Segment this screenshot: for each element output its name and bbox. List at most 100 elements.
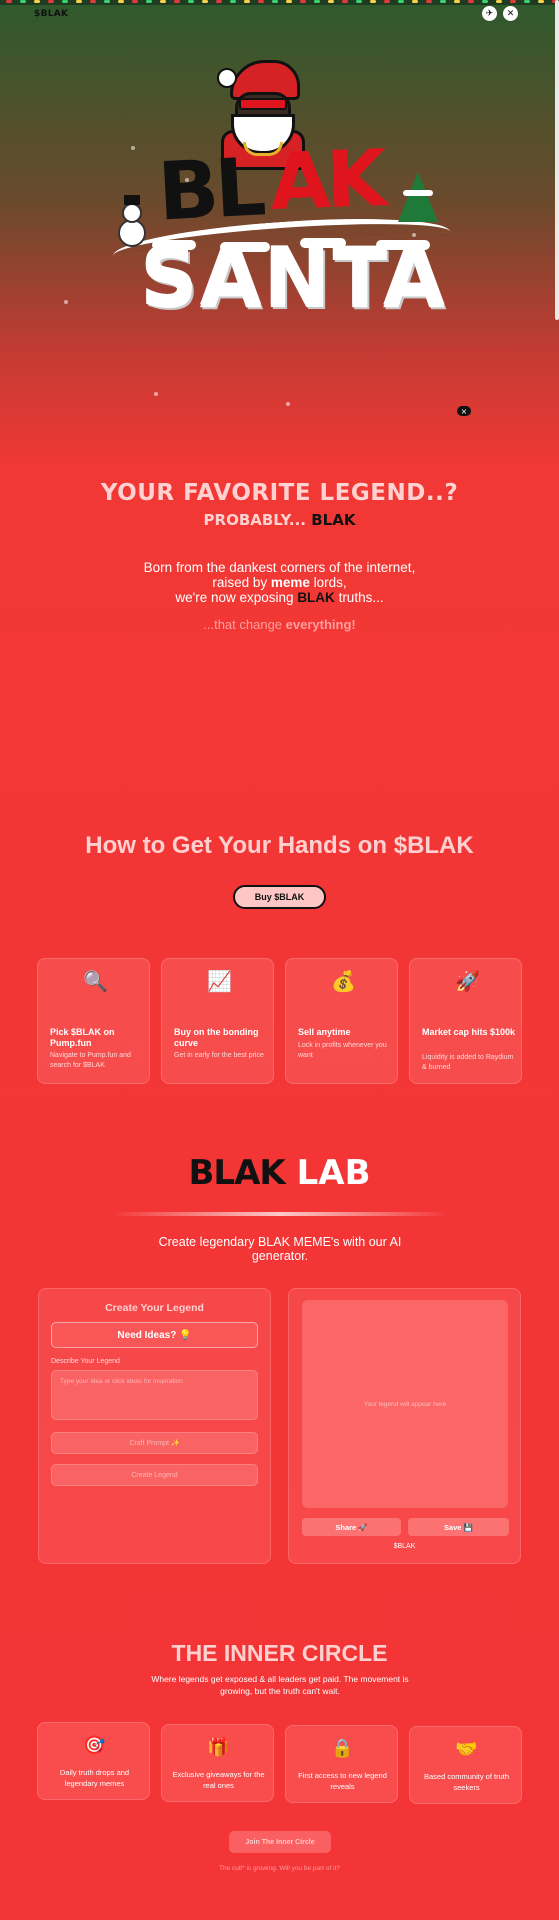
step-title: Market cap hits $100k xyxy=(422,1027,516,1037)
rocket-icon: 🚀 xyxy=(455,969,480,993)
money-bag-icon: 💰 xyxy=(331,969,356,993)
light-bulb xyxy=(314,0,320,3)
x-glyph: ✕ xyxy=(506,8,515,19)
light-bulb xyxy=(468,0,474,3)
light-bulb xyxy=(104,0,110,3)
step-card: 🔍 Pick $BLAK on Pump.fun Navigate to Pum… xyxy=(37,958,150,1084)
save-button[interactable]: Save 💾 xyxy=(408,1518,509,1536)
light-bulb xyxy=(538,0,544,3)
light-bulb xyxy=(6,0,12,3)
intro-tail-span: ...that change xyxy=(203,617,286,632)
light-bulb xyxy=(496,0,502,3)
snowflake xyxy=(131,146,135,150)
x-logo-icon[interactable]: ✕ xyxy=(503,6,518,21)
logo-bl-text: BL xyxy=(155,140,265,239)
tagline-title: YOUR FAVORITE LEGEND..? xyxy=(100,480,459,506)
tagline-subtitle: PROBABLY... BLAK xyxy=(0,511,559,529)
divider xyxy=(110,1212,450,1216)
intro-tail: ...that change everything! xyxy=(0,617,559,632)
intro-span: raised by xyxy=(212,575,271,590)
light-bulb xyxy=(440,0,446,3)
need-ideas-button[interactable]: Need Ideas? 💡 xyxy=(51,1322,258,1348)
perk-card: 🤝 Based community of truth seekers xyxy=(409,1726,522,1804)
step-desc: Liquidity is added to Raydium & burned xyxy=(422,1054,514,1071)
share-button[interactable]: Share 🚀 xyxy=(302,1518,401,1536)
light-bulb xyxy=(328,0,334,3)
light-bulb xyxy=(216,0,222,3)
create-legend-button[interactable]: Create Legend xyxy=(51,1464,258,1486)
gift-icon: 🎁 xyxy=(207,1737,230,1758)
step-desc: Navigate to Pump.fun and search for $BLA… xyxy=(50,1052,131,1069)
inner-circle-description: Where legends get exposed & all leaders … xyxy=(151,1674,409,1696)
light-bulb xyxy=(524,0,530,3)
christmas-lights-strip xyxy=(0,0,559,5)
chart-icon: 📈 xyxy=(207,969,232,993)
intro-line: Born from the dankest corners of the int… xyxy=(143,560,416,575)
light-bulb xyxy=(132,0,138,3)
lab-title-lab: LAB xyxy=(284,1153,371,1193)
light-bulb xyxy=(118,0,124,3)
brand-logo[interactable]: $BLAK xyxy=(34,9,68,19)
light-bulb xyxy=(356,0,362,3)
intro-span: truths... xyxy=(334,590,384,605)
target-icon: 🎯 xyxy=(83,1735,106,1756)
perk-text: Daily truth drops and legendary memes xyxy=(59,1768,130,1788)
preview-watermark: $BLAK xyxy=(393,1543,416,1550)
tagline-blak: BLAK xyxy=(311,511,356,529)
lab-title-blak: BLAK xyxy=(188,1153,286,1193)
snow-cap xyxy=(152,240,196,250)
snowflake xyxy=(185,178,189,182)
light-bulb xyxy=(244,0,250,3)
perk-text: Exclusive giveaways for the real ones xyxy=(172,1770,265,1790)
perk-card: 🎯 Daily truth drops and legendary memes xyxy=(37,1722,150,1800)
intro-bold: meme xyxy=(270,575,310,590)
perk-card: 🔒 First access to new legend reveals xyxy=(285,1725,398,1803)
howto-title: How to Get Your Hands on $BLAK xyxy=(85,832,474,859)
step-card: 🚀 Market cap hits $100k Liquidity is add… xyxy=(409,958,522,1084)
light-bulb xyxy=(230,0,236,3)
brand-name: BLAK xyxy=(40,9,69,19)
snow-cap xyxy=(220,242,270,252)
preview-placeholder: Your legend will appear here xyxy=(363,1400,447,1408)
step-title: Pick $BLAK on Pump.fun xyxy=(50,1027,115,1048)
snow-cap xyxy=(376,240,430,250)
light-bulb xyxy=(174,0,180,3)
intro-text: Born from the dankest corners of the int… xyxy=(0,560,559,605)
handshake-icon: 🤝 xyxy=(455,1739,478,1760)
snowflake xyxy=(412,233,416,237)
telegram-icon[interactable]: ✈ xyxy=(482,6,497,21)
step-desc: Get in early for the best price xyxy=(174,1052,264,1059)
join-inner-circle-button[interactable]: Join The Inner Circle xyxy=(229,1831,331,1853)
perk-text: First access to new legend reveals xyxy=(298,1771,387,1791)
intro-line: raised by meme lords, xyxy=(0,575,559,590)
light-bulb xyxy=(482,0,488,3)
light-bulb xyxy=(300,0,306,3)
light-bulb xyxy=(34,0,40,3)
inner-circle-footnote: The cult* is growing. Will you be part o… xyxy=(218,1865,341,1872)
legend-description-input[interactable]: Type your idea or click ideas for inspir… xyxy=(51,1370,258,1420)
light-bulb xyxy=(90,0,96,3)
step-title: Buy on the bonding curve xyxy=(174,1027,259,1048)
telegram-glyph: ✈ xyxy=(485,8,494,19)
craft-prompt-button[interactable]: Craft Prompt ✨ xyxy=(51,1432,258,1454)
light-bulb xyxy=(426,0,432,3)
light-bulb xyxy=(370,0,376,3)
light-bulb xyxy=(188,0,194,3)
snow-cap xyxy=(300,238,346,248)
light-bulb xyxy=(160,0,166,3)
light-bulb xyxy=(384,0,390,3)
snowflake xyxy=(64,300,68,304)
buy-blak-button[interactable]: Buy $BLAK xyxy=(233,885,326,909)
close-icon[interactable]: × xyxy=(457,406,471,416)
scrollbar[interactable] xyxy=(555,0,559,320)
describe-legend-label: Describe Your Legend xyxy=(51,1358,120,1365)
christmas-tree-icon xyxy=(398,172,438,222)
lock-icon: 🔒 xyxy=(331,1738,354,1759)
legend-preview-area: Your legend will appear here xyxy=(302,1300,508,1508)
intro-blak: BLAK xyxy=(297,590,335,605)
inner-circle-title: THE INNER CIRCLE xyxy=(171,1640,388,1666)
light-bulb xyxy=(412,0,418,3)
light-bulb xyxy=(258,0,264,3)
intro-tail-bold: everything! xyxy=(285,617,356,632)
intro-span: lords, xyxy=(309,575,347,590)
